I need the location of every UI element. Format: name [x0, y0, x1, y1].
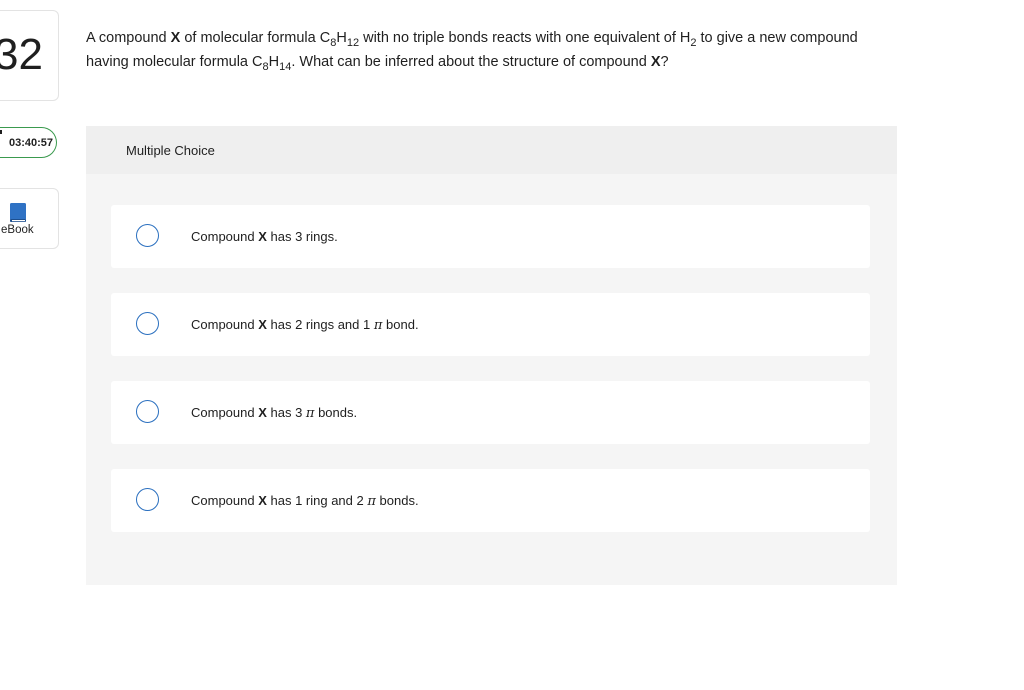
ebook-label: eBook — [1, 224, 34, 236]
question-number-box: 32 — [0, 10, 59, 101]
answer-option-2[interactable]: Compound X has 2 rings and 1 π bond. — [111, 293, 870, 356]
radio-button[interactable] — [136, 312, 159, 335]
multiple-choice-title: Multiple Choice — [126, 143, 215, 158]
ebook-button[interactable]: eBook — [0, 188, 59, 249]
timer: 03:40:57 — [0, 127, 57, 158]
answer-option-1[interactable]: Compound X has 3 rings. — [111, 205, 870, 268]
radio-button[interactable] — [136, 488, 159, 511]
timer-icon — [0, 130, 2, 134]
answer-option-text: Compound X has 1 ring and 2 π bonds. — [191, 493, 419, 509]
answer-option-text: Compound X has 2 rings and 1 π bond. — [191, 317, 419, 333]
answer-option-text: Compound X has 3 rings. — [191, 229, 338, 244]
answer-option-3[interactable]: Compound X has 3 π bonds. — [111, 381, 870, 444]
timer-text: 03:40:57 — [9, 137, 54, 149]
answer-option-4[interactable]: Compound X has 1 ring and 2 π bonds. — [111, 469, 870, 532]
multiple-choice-header: Multiple Choice — [86, 126, 897, 174]
book-icon — [10, 203, 26, 222]
question-text: A compound X of molecular formula C8H12 … — [86, 30, 858, 73]
question-number: 32 — [0, 30, 43, 79]
radio-button[interactable] — [136, 224, 159, 247]
radio-button[interactable] — [136, 400, 159, 423]
answer-option-text: Compound X has 3 π bonds. — [191, 405, 358, 421]
multiple-choice-panel: Multiple Choice Compound X has 3 rings. … — [86, 126, 897, 585]
